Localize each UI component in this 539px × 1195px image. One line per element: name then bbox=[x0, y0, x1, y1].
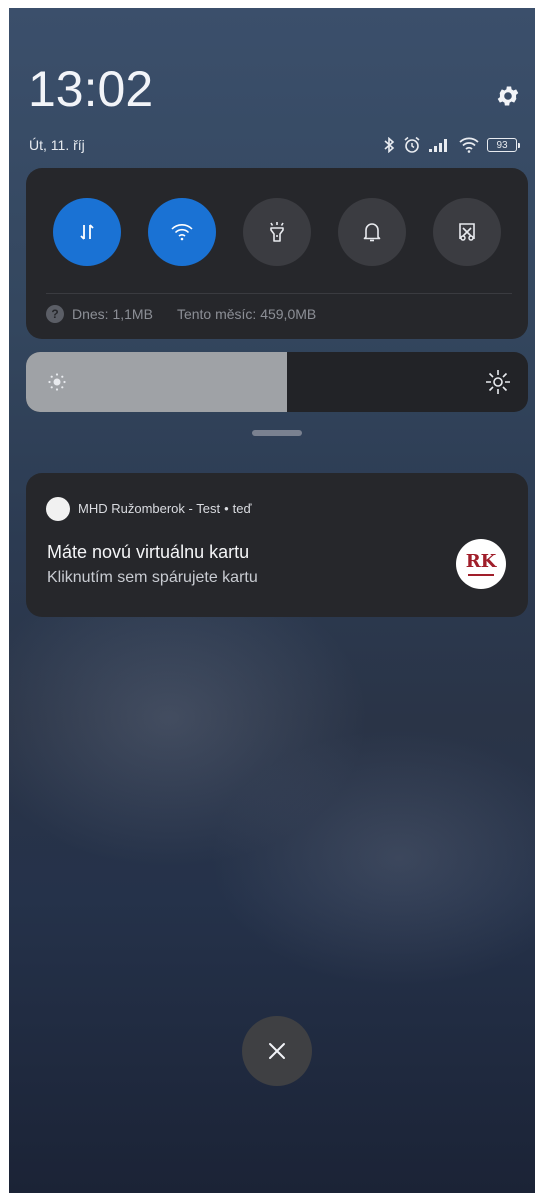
alarm-icon bbox=[404, 136, 420, 153]
logo-text: RK bbox=[465, 550, 497, 572]
help-icon: ? bbox=[46, 305, 64, 323]
brightness-high-icon bbox=[486, 370, 510, 394]
rk-logo-icon: RK bbox=[456, 539, 506, 589]
notification-card[interactable]: MHD Ružomberok - Test • teď Máte novú virt… bbox=[26, 473, 528, 617]
separator: • bbox=[224, 501, 229, 516]
data-usage-today: Dnes: 1,1MB bbox=[72, 306, 153, 322]
data-transfer-icon bbox=[80, 224, 94, 240]
battery-level: 93 bbox=[487, 138, 517, 152]
data-usage[interactable]: ? Dnes: 1,1MB Tento měsíc: 459,0MB bbox=[46, 305, 316, 323]
notification-title: Máte novú virtuálnu kartu bbox=[47, 542, 250, 562]
data-usage-month: Tento měsíc: 459,0MB bbox=[176, 306, 317, 322]
gear-icon[interactable] bbox=[495, 83, 521, 109]
signal-icon bbox=[429, 139, 447, 152]
divider bbox=[46, 293, 512, 294]
wifi-icon bbox=[171, 224, 193, 241]
date: Út, 11. říj bbox=[29, 137, 85, 153]
shade-drag-handle[interactable] bbox=[252, 430, 302, 436]
close-icon bbox=[269, 1043, 285, 1059]
bluetooth-icon bbox=[384, 137, 395, 153]
flashlight-icon bbox=[270, 222, 284, 242]
quick-settings-panel: ? Dnes: 1,1MB Tento měsíc: 459,0MB bbox=[26, 168, 528, 339]
status-bar-icons: 93 bbox=[383, 135, 520, 155]
app-name: MHD Ružomberok - Test bbox=[78, 501, 221, 516]
battery-icon: 93 bbox=[487, 138, 520, 152]
notifications-toggle[interactable] bbox=[338, 198, 406, 266]
notification-body: Kliknutím sem spárujete kartu bbox=[47, 569, 258, 586]
dismiss-all-button[interactable] bbox=[242, 1016, 312, 1086]
scissors-screenshot-icon bbox=[459, 223, 475, 241]
wifi-toggle[interactable] bbox=[148, 198, 216, 266]
app-icon bbox=[46, 497, 70, 521]
screenshot-toggle[interactable] bbox=[433, 198, 501, 266]
wifi-icon bbox=[459, 137, 479, 153]
brightness-slider[interactable] bbox=[26, 352, 528, 412]
bell-icon bbox=[363, 223, 381, 242]
notification-time: teď bbox=[232, 501, 252, 516]
flashlight-toggle[interactable] bbox=[243, 198, 311, 266]
clock: 13:02 bbox=[28, 61, 154, 117]
brightness-low-icon bbox=[48, 373, 66, 391]
notification-header: MHD Ružomberok - Test • teď bbox=[78, 501, 251, 516]
notification-shade: 13:02 Út, 11. říj 93 ? Dnes: 1,1MB Tento… bbox=[9, 8, 535, 1193]
mobile-data-toggle[interactable] bbox=[53, 198, 121, 266]
